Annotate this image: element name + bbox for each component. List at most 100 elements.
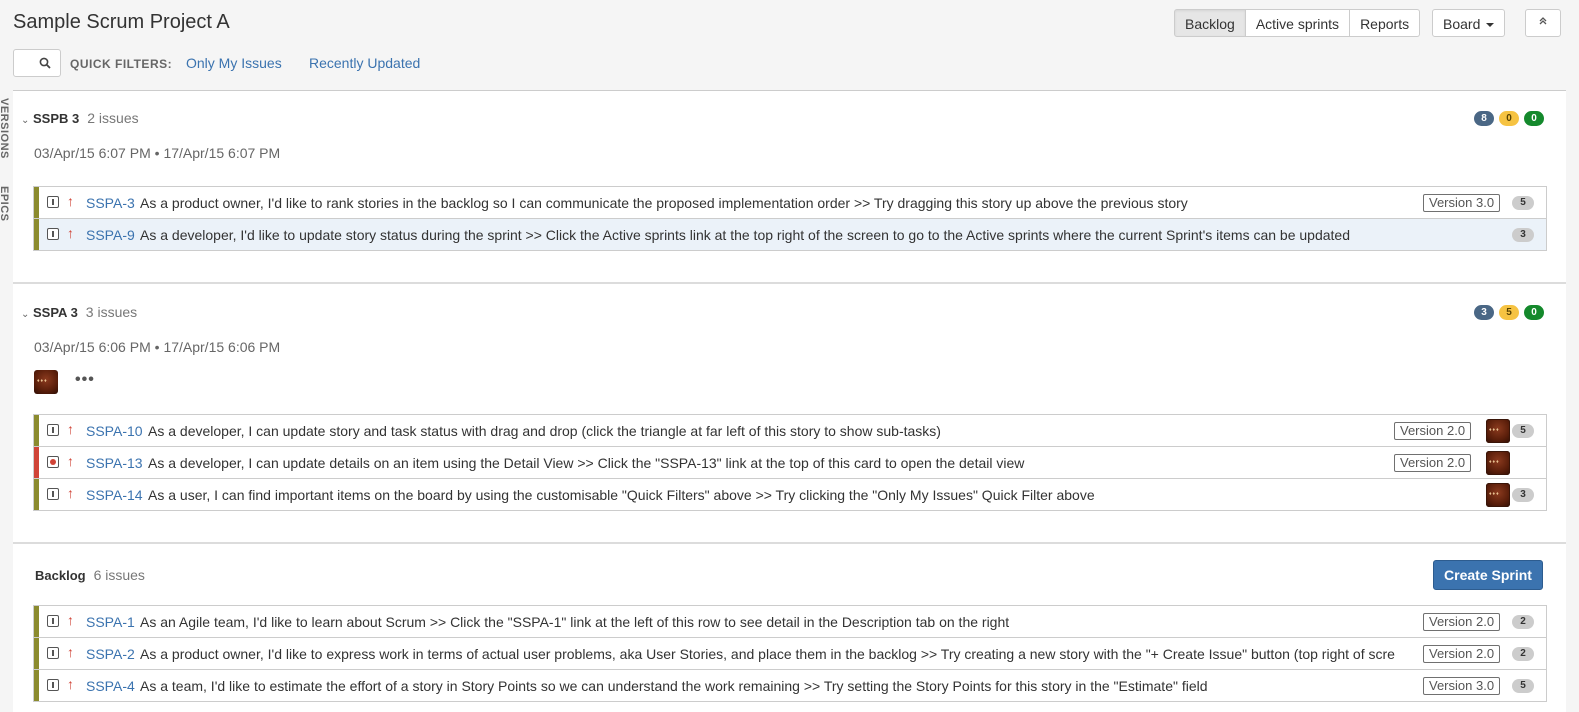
- chevron-down-icon[interactable]: ⌄: [21, 115, 33, 126]
- priority-high-icon: ↑: [67, 225, 74, 241]
- issue-summary: As a product owner, I'd like to express …: [140, 646, 1395, 662]
- issue-row[interactable]: ↑ SSPA-14 As a user, I can find importan…: [34, 478, 1546, 510]
- sprint-point-badges: 3 5 0: [1474, 305, 1544, 320]
- sprint-end-date: 17/Apr/15 6:07 PM: [163, 145, 281, 161]
- in-progress-points-badge: 5: [1499, 305, 1519, 320]
- issue-key[interactable]: SSPA-9: [86, 227, 135, 243]
- quick-filters-label: QUICK FILTERS:: [70, 57, 173, 71]
- assignee-avatar[interactable]: [1486, 483, 1510, 507]
- priority-high-icon: ↑: [67, 193, 74, 209]
- issue-row[interactable]: ↑ SSPA-13 As a developer, I can update d…: [34, 446, 1546, 478]
- issue-row[interactable]: ↑ SSPA-3 As a product owner, I'd like to…: [34, 186, 1546, 218]
- bug-type-icon: [47, 456, 59, 468]
- sprint-header[interactable]: ⌄ SSPB 3 2 issues: [21, 110, 139, 126]
- backlog-panel: ⌄ SSPB 32 issues 8 0 0 03/Apr/15 6:07 PM …: [13, 90, 1566, 712]
- backlog-view-button[interactable]: Backlog: [1174, 9, 1246, 37]
- assignee-avatar[interactable]: [1486, 419, 1510, 443]
- story-points-badge: 3: [1512, 488, 1534, 502]
- fix-version-label: Version 2.0: [1423, 645, 1501, 663]
- more-participants-button[interactable]: •••: [75, 371, 95, 389]
- epic-color-stripe: [34, 415, 39, 446]
- story-points-badge: 3: [1512, 228, 1534, 242]
- story-type-icon: [47, 615, 59, 627]
- section-divider: [13, 542, 1566, 544]
- priority-high-icon: ↑: [67, 644, 74, 660]
- priority-high-icon: ↑: [67, 612, 74, 628]
- story-points-badge: 5: [1512, 196, 1534, 210]
- fix-version-label: Version 2.0: [1394, 454, 1472, 472]
- issue-row[interactable]: ↑ SSPA-1 As an Agile team, I'd like to l…: [34, 605, 1546, 637]
- sprint-name: SSPA 3: [33, 305, 78, 320]
- issue-key[interactable]: SSPA-4: [86, 678, 135, 694]
- section-divider: [13, 282, 1566, 284]
- issue-summary: As a developer, I'd like to update story…: [140, 227, 1351, 243]
- fix-version-label: Version 3.0: [1423, 194, 1501, 212]
- create-sprint-button[interactable]: Create Sprint: [1433, 560, 1543, 590]
- sprint-point-badges: 8 0 0: [1474, 111, 1544, 126]
- assignee-avatar[interactable]: [1486, 451, 1510, 475]
- epic-color-stripe: [34, 479, 39, 510]
- done-points-badge: 0: [1524, 111, 1544, 126]
- fix-version-label: Version 2.0: [1394, 422, 1472, 440]
- board-label: Board: [1443, 16, 1481, 32]
- issue-summary: As a user, I can find important items on…: [148, 487, 1095, 503]
- priority-high-icon: ↑: [67, 421, 74, 437]
- priority-high-icon: ↑: [67, 676, 74, 692]
- issue-row[interactable]: ↑ SSPA-2 As a product owner, I'd like to…: [34, 637, 1546, 669]
- sprint-start-date: 03/Apr/15 6:07 PM: [34, 145, 151, 161]
- quick-filter-recently-updated[interactable]: Recently Updated: [309, 55, 420, 71]
- date-separator: •: [154, 339, 160, 355]
- versions-tab[interactable]: VERSIONS: [0, 98, 10, 159]
- issue-row[interactable]: ↑ SSPA-10 As a developer, I can update s…: [34, 414, 1546, 446]
- search-icon: [39, 57, 51, 69]
- sprint-issue-list: ↑ SSPA-10 As a developer, I can update s…: [33, 414, 1547, 511]
- story-points-badge: 2: [1512, 615, 1534, 629]
- issue-summary: As a product owner, I'd like to rank sto…: [140, 195, 1188, 211]
- story-points-badge: 2: [1512, 647, 1534, 661]
- issue-key[interactable]: SSPA-3: [86, 195, 135, 211]
- caret-down-icon: [1486, 23, 1495, 28]
- sprint-dates: 03/Apr/15 6:06 PM • 17/Apr/15 6:06 PM: [34, 339, 280, 355]
- sprint-header[interactable]: ⌄ SSPA 3 3 issues: [21, 304, 137, 320]
- board-menu-button[interactable]: Board: [1432, 9, 1506, 37]
- vertical-scrollbar[interactable]: [1566, 90, 1579, 711]
- sprint-name: SSPB 3: [33, 111, 80, 126]
- issue-row[interactable]: ↑ SSPA-9 As a developer, I'd like to upd…: [34, 218, 1546, 250]
- page-title: Sample Scrum Project A: [13, 11, 230, 33]
- backlog-issue-count: 6 issues: [93, 567, 145, 583]
- top-bar: Sample Scrum Project A Backlog Active sp…: [0, 0, 1579, 90]
- backlog-name: Backlog: [35, 568, 86, 583]
- reports-view-button[interactable]: Reports: [1350, 9, 1421, 37]
- issue-key[interactable]: SSPA-13: [86, 455, 143, 471]
- issue-key[interactable]: SSPA-10: [86, 423, 143, 439]
- epic-color-stripe: [34, 219, 39, 250]
- quick-filter-only-my-issues[interactable]: Only My Issues: [186, 55, 282, 71]
- story-type-icon: [47, 424, 59, 436]
- issue-key[interactable]: SSPA-14: [86, 487, 143, 503]
- done-points-badge: 0: [1524, 305, 1544, 320]
- issue-key[interactable]: SSPA-1: [86, 614, 135, 630]
- view-switcher: Backlog Active sprints Reports: [1174, 9, 1421, 37]
- search-input[interactable]: [13, 49, 61, 77]
- chevron-down-icon[interactable]: ⌄: [21, 309, 33, 320]
- issue-key[interactable]: SSPA-2: [86, 646, 135, 662]
- active-sprints-view-button[interactable]: Active sprints: [1245, 9, 1351, 37]
- todo-points-badge: 8: [1474, 111, 1494, 126]
- epics-tab[interactable]: EPICS: [0, 186, 10, 222]
- side-panel-tabs: VERSIONS EPICS: [0, 90, 13, 711]
- sprint-end-date: 17/Apr/15 6:06 PM: [163, 339, 281, 355]
- backlog-header: Backlog 6 issues: [35, 567, 145, 583]
- fix-version-label: Version 3.0: [1423, 677, 1501, 695]
- epic-color-stripe: [34, 447, 39, 478]
- epic-color-stripe: [34, 638, 39, 669]
- in-progress-points-badge: 0: [1499, 111, 1519, 126]
- assignee-avatar[interactable]: [34, 370, 58, 394]
- fix-version-label: Version 2.0: [1423, 613, 1501, 631]
- epic-color-stripe: [34, 187, 39, 218]
- issue-row[interactable]: ↑ SSPA-4 As a team, I'd like to estimate…: [34, 669, 1546, 701]
- double-chevron-up-icon: [1538, 17, 1548, 29]
- date-separator: •: [154, 145, 160, 161]
- sprint-dates: 03/Apr/15 6:07 PM • 17/Apr/15 6:07 PM: [34, 145, 280, 161]
- collapse-header-button[interactable]: [1525, 9, 1561, 37]
- story-type-icon: [47, 488, 59, 500]
